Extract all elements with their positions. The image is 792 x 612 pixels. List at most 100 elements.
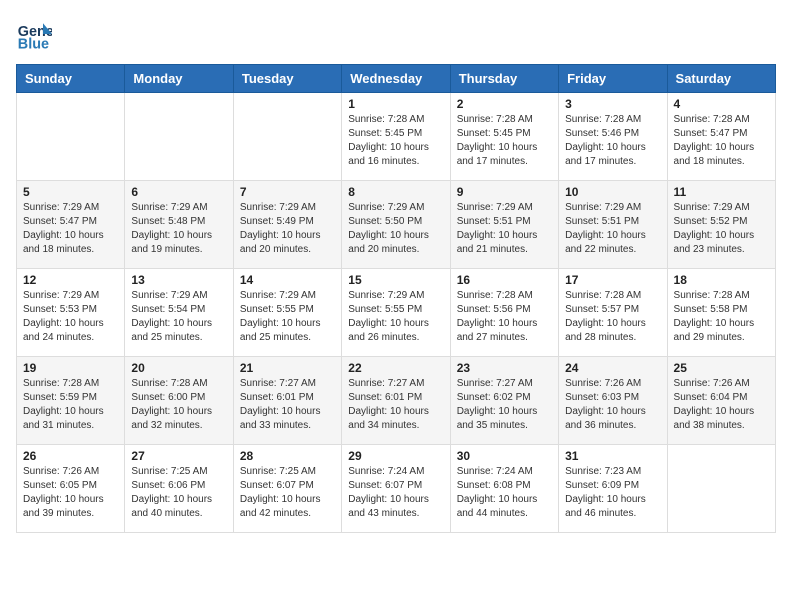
day-info: Sunrise: 7:26 AM Sunset: 6:05 PM Dayligh… bbox=[23, 465, 118, 521]
calendar-cell: 2 Sunrise: 7:28 AM Sunset: 5:45 PM Daylig… bbox=[450, 93, 558, 181]
day-number: 2 bbox=[457, 97, 552, 111]
day-number: 9 bbox=[457, 185, 552, 199]
calendar-cell: 12 Sunrise: 7:29 AM Sunset: 5:53 PM Dayli… bbox=[17, 269, 125, 357]
day-number: 5 bbox=[23, 185, 118, 199]
calendar-cell: 23Sunrise: 7:27 AM Sunset: 6:02 PM Dayli… bbox=[450, 357, 558, 445]
day-number: 1 bbox=[348, 97, 443, 111]
day-info: Sunrise: 7:29 AM Sunset: 5:53 PM Dayligh… bbox=[23, 289, 118, 345]
day-info: Sunrise: 7:28 AM Sunset: 5:59 PM Dayligh… bbox=[23, 377, 118, 433]
day-number: 19 bbox=[23, 361, 118, 375]
day-number: 14 bbox=[240, 273, 335, 287]
day-number: 11 bbox=[674, 185, 769, 199]
calendar-cell: 11Sunrise: 7:29 AM Sunset: 5:52 PM Dayli… bbox=[667, 181, 775, 269]
calendar-cell: 22 Sunrise: 7:27 AM Sunset: 6:01 PM Dayli… bbox=[342, 357, 450, 445]
weekday-header: Saturday bbox=[667, 65, 775, 93]
calendar-week-row: 5 Sunrise: 7:29 AM Sunset: 5:47 PM Daylig… bbox=[17, 181, 776, 269]
weekday-header: Sunday bbox=[17, 65, 125, 93]
calendar-cell: 14 Sunrise: 7:29 AM Sunset: 5:55 PM Dayli… bbox=[233, 269, 341, 357]
day-number: 16 bbox=[457, 273, 552, 287]
calendar-cell: 18Sunrise: 7:28 AM Sunset: 5:58 PM Dayli… bbox=[667, 269, 775, 357]
calendar-week-row: 1 Sunrise: 7:28 AM Sunset: 5:45 PM Daylig… bbox=[17, 93, 776, 181]
calendar-cell: 10 Sunrise: 7:29 AM Sunset: 5:51 PM Dayli… bbox=[559, 181, 667, 269]
calendar-cell bbox=[667, 445, 775, 533]
calendar-cell: 19 Sunrise: 7:28 AM Sunset: 5:59 PM Dayli… bbox=[17, 357, 125, 445]
day-number: 30 bbox=[457, 449, 552, 463]
day-info: Sunrise: 7:27 AM Sunset: 6:01 PM Dayligh… bbox=[348, 377, 443, 433]
day-info: Sunrise: 7:28 AM Sunset: 5:45 PM Dayligh… bbox=[457, 113, 552, 169]
day-number: 7 bbox=[240, 185, 335, 199]
day-info: Sunrise: 7:29 AM Sunset: 5:48 PM Dayligh… bbox=[131, 201, 226, 257]
day-number: 20 bbox=[131, 361, 226, 375]
day-number: 13 bbox=[131, 273, 226, 287]
calendar-cell: 30Sunrise: 7:24 AM Sunset: 6:08 PM Dayli… bbox=[450, 445, 558, 533]
calendar-cell: 13 Sunrise: 7:29 AM Sunset: 5:54 PM Dayli… bbox=[125, 269, 233, 357]
day-info: Sunrise: 7:25 AM Sunset: 6:07 PM Dayligh… bbox=[240, 465, 335, 521]
day-number: 27 bbox=[131, 449, 226, 463]
calendar-week-row: 19 Sunrise: 7:28 AM Sunset: 5:59 PM Dayli… bbox=[17, 357, 776, 445]
calendar-cell: 31 Sunrise: 7:23 AM Sunset: 6:09 PM Dayli… bbox=[559, 445, 667, 533]
svg-text:Blue: Blue bbox=[18, 36, 49, 52]
calendar-cell: 29Sunrise: 7:24 AM Sunset: 6:07 PM Dayli… bbox=[342, 445, 450, 533]
day-info: Sunrise: 7:28 AM Sunset: 5:56 PM Dayligh… bbox=[457, 289, 552, 345]
day-info: Sunrise: 7:29 AM Sunset: 5:51 PM Dayligh… bbox=[565, 201, 660, 257]
day-number: 31 bbox=[565, 449, 660, 463]
weekday-header: Monday bbox=[125, 65, 233, 93]
day-info: Sunrise: 7:26 AM Sunset: 6:04 PM Dayligh… bbox=[674, 377, 769, 433]
day-info: Sunrise: 7:29 AM Sunset: 5:55 PM Dayligh… bbox=[240, 289, 335, 345]
calendar-cell: 17 Sunrise: 7:28 AM Sunset: 5:57 PM Dayli… bbox=[559, 269, 667, 357]
weekday-header: Thursday bbox=[450, 65, 558, 93]
day-number: 26 bbox=[23, 449, 118, 463]
weekday-header: Wednesday bbox=[342, 65, 450, 93]
day-info: Sunrise: 7:28 AM Sunset: 5:45 PM Dayligh… bbox=[348, 113, 443, 169]
logo-icon: General Blue bbox=[16, 16, 52, 52]
day-info: Sunrise: 7:27 AM Sunset: 6:01 PM Dayligh… bbox=[240, 377, 335, 433]
day-info: Sunrise: 7:29 AM Sunset: 5:47 PM Dayligh… bbox=[23, 201, 118, 257]
calendar-week-row: 26 Sunrise: 7:26 AM Sunset: 6:05 PM Dayli… bbox=[17, 445, 776, 533]
calendar-cell bbox=[17, 93, 125, 181]
weekday-header: Tuesday bbox=[233, 65, 341, 93]
calendar-week-row: 12 Sunrise: 7:29 AM Sunset: 5:53 PM Dayli… bbox=[17, 269, 776, 357]
day-info: Sunrise: 7:28 AM Sunset: 5:57 PM Dayligh… bbox=[565, 289, 660, 345]
day-info: Sunrise: 7:28 AM Sunset: 6:00 PM Dayligh… bbox=[131, 377, 226, 433]
day-number: 10 bbox=[565, 185, 660, 199]
calendar-cell: 4Sunrise: 7:28 AM Sunset: 5:47 PM Daylig… bbox=[667, 93, 775, 181]
day-number: 8 bbox=[348, 185, 443, 199]
day-number: 23 bbox=[457, 361, 552, 375]
day-number: 25 bbox=[674, 361, 769, 375]
day-number: 18 bbox=[674, 273, 769, 287]
logo: General Blue bbox=[16, 16, 52, 52]
calendar-cell: 28Sunrise: 7:25 AM Sunset: 6:07 PM Dayli… bbox=[233, 445, 341, 533]
page-header: General Blue bbox=[16, 16, 776, 52]
calendar-cell: 27 Sunrise: 7:25 AM Sunset: 6:06 PM Dayli… bbox=[125, 445, 233, 533]
day-info: Sunrise: 7:25 AM Sunset: 6:06 PM Dayligh… bbox=[131, 465, 226, 521]
calendar-cell: 16 Sunrise: 7:28 AM Sunset: 5:56 PM Dayli… bbox=[450, 269, 558, 357]
day-number: 17 bbox=[565, 273, 660, 287]
day-number: 22 bbox=[348, 361, 443, 375]
day-info: Sunrise: 7:26 AM Sunset: 6:03 PM Dayligh… bbox=[565, 377, 660, 433]
day-number: 12 bbox=[23, 273, 118, 287]
calendar-cell: 3 Sunrise: 7:28 AM Sunset: 5:46 PM Daylig… bbox=[559, 93, 667, 181]
day-number: 6 bbox=[131, 185, 226, 199]
calendar-table: SundayMondayTuesdayWednesdayThursdayFrid… bbox=[16, 64, 776, 533]
calendar-cell: 15Sunrise: 7:29 AM Sunset: 5:55 PM Dayli… bbox=[342, 269, 450, 357]
day-info: Sunrise: 7:28 AM Sunset: 5:47 PM Dayligh… bbox=[674, 113, 769, 169]
calendar-cell bbox=[125, 93, 233, 181]
calendar-cell: 26 Sunrise: 7:26 AM Sunset: 6:05 PM Dayli… bbox=[17, 445, 125, 533]
calendar-cell: 25 Sunrise: 7:26 AM Sunset: 6:04 PM Dayli… bbox=[667, 357, 775, 445]
day-info: Sunrise: 7:28 AM Sunset: 5:46 PM Dayligh… bbox=[565, 113, 660, 169]
calendar-cell: 20 Sunrise: 7:28 AM Sunset: 6:00 PM Dayli… bbox=[125, 357, 233, 445]
day-info: Sunrise: 7:29 AM Sunset: 5:50 PM Dayligh… bbox=[348, 201, 443, 257]
day-number: 29 bbox=[348, 449, 443, 463]
calendar-cell: 21Sunrise: 7:27 AM Sunset: 6:01 PM Dayli… bbox=[233, 357, 341, 445]
calendar-header: SundayMondayTuesdayWednesdayThursdayFrid… bbox=[17, 65, 776, 93]
day-number: 24 bbox=[565, 361, 660, 375]
calendar-cell bbox=[233, 93, 341, 181]
day-number: 3 bbox=[565, 97, 660, 111]
calendar-cell: 6 Sunrise: 7:29 AM Sunset: 5:48 PM Daylig… bbox=[125, 181, 233, 269]
weekday-header: Friday bbox=[559, 65, 667, 93]
day-info: Sunrise: 7:23 AM Sunset: 6:09 PM Dayligh… bbox=[565, 465, 660, 521]
calendar-cell: 8 Sunrise: 7:29 AM Sunset: 5:50 PM Daylig… bbox=[342, 181, 450, 269]
day-info: Sunrise: 7:29 AM Sunset: 5:49 PM Dayligh… bbox=[240, 201, 335, 257]
day-info: Sunrise: 7:29 AM Sunset: 5:54 PM Dayligh… bbox=[131, 289, 226, 345]
calendar-cell: 5 Sunrise: 7:29 AM Sunset: 5:47 PM Daylig… bbox=[17, 181, 125, 269]
